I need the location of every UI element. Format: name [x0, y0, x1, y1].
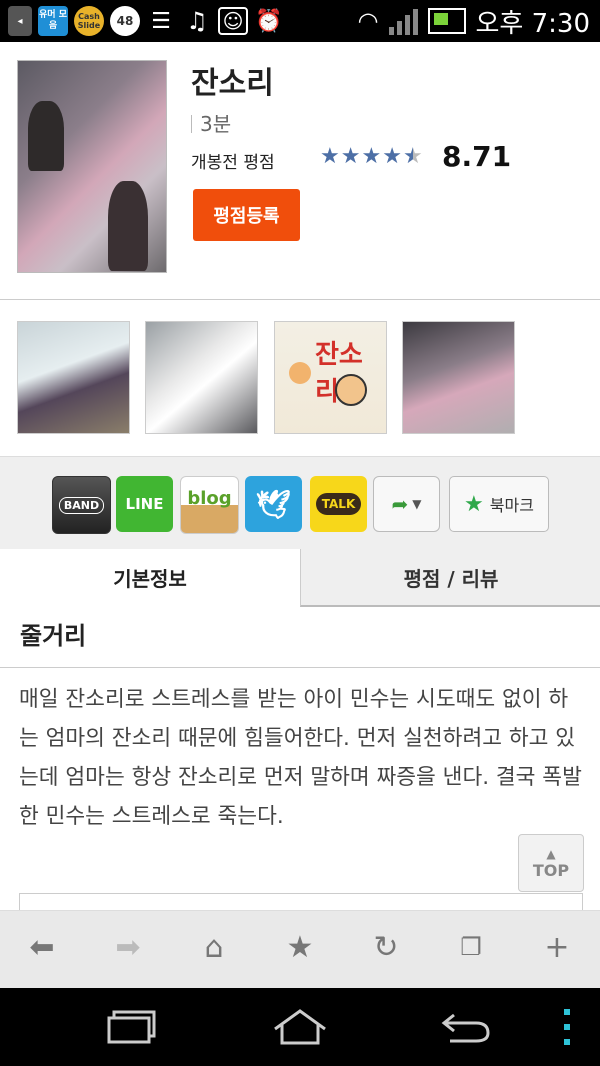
- recent-apps-icon[interactable]: [104, 1002, 160, 1052]
- still-image-4[interactable]: [402, 321, 515, 434]
- scroll-top-button[interactable]: ▲ TOP: [518, 834, 584, 892]
- share-arrow-icon: ➦: [391, 492, 409, 516]
- game-icon: ☺: [218, 7, 248, 35]
- kakaotalk-share-button[interactable]: TALK: [310, 476, 367, 532]
- star-icon: ★: [340, 144, 361, 169]
- paw-badge-icon: 48: [110, 6, 140, 36]
- blog-share-button[interactable]: blog: [180, 476, 239, 534]
- synopsis-heading: 줄거리: [20, 622, 87, 650]
- menu-dots-icon[interactable]: [560, 1002, 574, 1052]
- list-icon: ☰: [151, 8, 171, 34]
- wifi-icon: ◠: [357, 7, 379, 35]
- refresh-icon[interactable]: ↻: [366, 927, 406, 967]
- movie-poster[interactable]: [17, 60, 167, 273]
- twitter-share-button[interactable]: 🕊: [245, 476, 302, 532]
- forward-arrow-icon[interactable]: ➡: [108, 927, 148, 967]
- back-arrow-icon[interactable]: ⬅: [22, 927, 62, 967]
- tabs-icon[interactable]: ❐: [451, 927, 491, 967]
- star-icon: ★: [382, 144, 402, 169]
- share-bar: BAND LINE blog 🕊 TALK ➦ ▼ ★ 북마크: [0, 456, 600, 550]
- still-image-3[interactable]: 잔소리: [274, 321, 387, 434]
- rating-label: 개봉전 평점: [191, 153, 275, 173]
- star-icon: ★: [361, 144, 382, 169]
- tab-review[interactable]: 평점 / 리뷰: [300, 549, 600, 607]
- bookmark-star-icon[interactable]: ★: [280, 927, 320, 967]
- back-notify-icon: ◂: [8, 6, 32, 36]
- line-share-button[interactable]: LINE: [116, 476, 173, 532]
- rating-score: 8.71: [442, 140, 512, 173]
- chevron-down-icon: ▼: [412, 497, 422, 511]
- battery-icon: [427, 8, 466, 34]
- more-share-button[interactable]: ➦ ▼: [373, 476, 440, 532]
- rating-stars: ★ ★ ★ ★ ★: [320, 144, 423, 169]
- band-share-button[interactable]: BAND: [52, 476, 111, 534]
- movie-title: 잔소리: [191, 66, 274, 101]
- still-image-2[interactable]: [145, 321, 258, 434]
- yumi-app-icon: 유머 모음: [38, 6, 68, 36]
- clock: 오후 7:30: [475, 8, 591, 39]
- home-icon[interactable]: ⌂: [194, 927, 234, 967]
- rate-button[interactable]: 평점등록: [193, 189, 300, 241]
- divider: [0, 667, 600, 668]
- status-bar: ◂ 유머 모음 Cash Slide 48 ☰ ♫ ☺ ⏰ ◠ 오후 7:30: [0, 0, 600, 42]
- plus-icon[interactable]: +: [537, 927, 577, 967]
- browser-toolbar: ⬅ ➡ ⌂ ★ ↻ ❐ +: [0, 910, 600, 989]
- home-nav-icon[interactable]: [270, 1002, 330, 1052]
- alarm-icon: ⏰: [255, 8, 283, 34]
- twitter-bird-icon: 🕊: [255, 487, 292, 521]
- bookmark-button[interactable]: ★ 북마크: [449, 476, 549, 532]
- star-half-icon: ★: [402, 144, 423, 169]
- star-icon: ★: [464, 491, 484, 517]
- signal-icon: [388, 7, 418, 35]
- divider: [0, 299, 600, 300]
- chevron-up-icon: ▲: [546, 846, 556, 861]
- android-nav-bar: [0, 988, 600, 1066]
- star-icon: ★: [320, 144, 340, 169]
- tab-basic-info[interactable]: 기본정보: [0, 549, 300, 605]
- runtime: 3분: [191, 108, 231, 137]
- cashslide-icon: Cash Slide: [74, 6, 104, 36]
- back-nav-icon[interactable]: [438, 1002, 494, 1052]
- synopsis-text: 매일 잔소리로 스트레스를 받는 아이 민수는 시도때도 없이 하는 엄마의 잔…: [19, 687, 582, 829]
- still-image-1[interactable]: [17, 321, 130, 434]
- music-icon: ♫: [186, 7, 208, 35]
